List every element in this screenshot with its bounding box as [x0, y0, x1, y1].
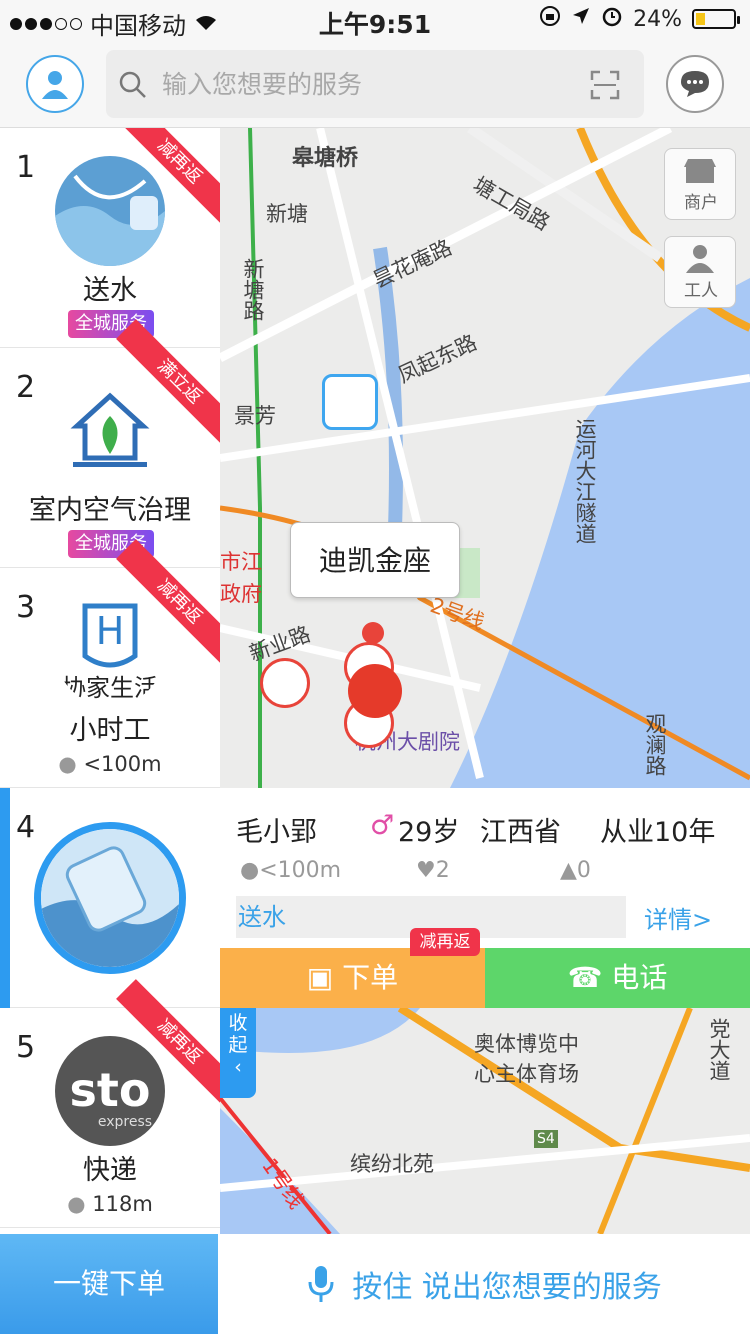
merchant-filter-button[interactable]: 商户 [664, 148, 736, 220]
worker-distance: ●<100m [240, 858, 342, 883]
rotation-lock-icon [539, 5, 561, 33]
location-pin-icon: ● [240, 858, 260, 883]
status-bar: 中国移动 上午9:51 24% [0, 0, 750, 40]
worker-age: 29岁 [398, 817, 460, 848]
search-icon [119, 71, 146, 98]
worker-experience: 从业10年 [600, 817, 716, 848]
service-item-air[interactable]: 2 室内空气治理 全城服务 满立返 [0, 319, 220, 568]
details-link[interactable]: 详情> [644, 900, 712, 935]
worker-name: 毛小郢 [236, 817, 317, 848]
worker-icon [686, 245, 714, 273]
map-label: S4 [534, 1130, 558, 1148]
phone-icon: ☎ [567, 961, 603, 994]
top-bar [0, 40, 750, 128]
map-label: 政府 [220, 582, 262, 606]
location-pin-icon: ● [58, 752, 77, 776]
item-number: 3 [16, 590, 36, 625]
item-number: 1 [16, 150, 36, 185]
order-label: 下单 [342, 961, 399, 994]
map-label: 奥体博览中 [474, 1032, 579, 1056]
map-label: 景芳 [234, 404, 276, 428]
item-number: 2 [16, 370, 36, 405]
worker-card: 毛小郢 ♂ 29岁 江西省 从业10年 ●<100m ♥2 ▲0 送水 详情> … [220, 788, 750, 1008]
map-label: 运河大江隧道 [573, 418, 597, 544]
service-list: 1 送水 全城服务 减再返 2 室内空气治理 全城服务 满立返 3 H 协家生活 … [0, 128, 220, 1234]
worker-label: 工人 [684, 281, 718, 301]
voice-input-button[interactable]: 按住 说出您想要的服务 [220, 1234, 750, 1334]
worker-avatar [34, 822, 186, 974]
map-label: 心主体育场 [474, 1062, 579, 1086]
map-label: 市江 [220, 550, 262, 574]
worker-likes: ♥2 [416, 858, 450, 883]
distance-label: ● 118m [67, 1192, 153, 1216]
service-name: 送水 [83, 275, 137, 306]
map-view[interactable]: 皋塘桥 新塘 塘工局路 新塘路 昙花庵路 凤起东路 景芳 运河大江隧道 市江 政… [220, 128, 750, 788]
service-item-hourly-worker[interactable]: 3 H 协家生活 小时工 ● <100m 减再返 [0, 539, 220, 788]
service-item-express[interactable]: 5 sto express 快递 ● 118m 减再返 [0, 979, 220, 1228]
location-pin-icon: ● [67, 1192, 86, 1216]
gender-icon: ♂ [370, 810, 395, 841]
air-thumbnail [55, 376, 165, 486]
merchant-label: 商户 [684, 193, 718, 213]
search-input[interactable] [160, 62, 560, 106]
sto-express-logo: sto express [55, 1036, 165, 1146]
scan-icon[interactable] [590, 70, 620, 100]
chat-icon [681, 71, 709, 97]
quick-order-button[interactable]: 一键下单 [0, 1234, 218, 1334]
message-button[interactable] [666, 55, 724, 113]
sto-logo-text: sto [70, 1063, 151, 1117]
chevron-left-icon: ‹ [234, 1056, 242, 1078]
profile-button[interactable] [26, 55, 84, 113]
search-bar[interactable] [106, 50, 644, 118]
map-view-lower[interactable]: 奥体博览中 心主体育场 缤纷北苑 S4 党大道 1号线 [220, 1008, 750, 1234]
service-name: 快递 [83, 1155, 137, 1186]
thumbs-up-icon: ▲ [560, 858, 577, 883]
worker-filter-button[interactable]: 工人 [664, 236, 736, 308]
item-number: 4 [16, 810, 36, 845]
voice-prompt: 按住 说出您想要的服务 [352, 1270, 662, 1305]
worker-province: 江西省 [480, 817, 561, 848]
map-label: 新塘 [266, 202, 308, 226]
selected-indicator [0, 788, 10, 1008]
service-item-water[interactable]: 1 送水 全城服务 减再返 [0, 128, 220, 348]
collapse-button[interactable]: 收起 ‹ [220, 1008, 256, 1098]
location-popup[interactable]: 迪凯金座 [290, 522, 460, 598]
worker-thumbs: ▲0 [560, 858, 591, 883]
location-pin [362, 622, 384, 644]
map-label: 观澜路 [643, 713, 667, 776]
order-promo-badge: 减再返 [410, 928, 480, 956]
hourly-worker-logo-caption: 协家生活 [62, 674, 158, 702]
service-item-selected[interactable]: 4 [0, 788, 220, 1008]
sto-logo-subtext: express [98, 1114, 152, 1130]
service-name: 小时工 [69, 715, 151, 746]
heart-icon: ♥ [416, 858, 436, 883]
shop-icon [684, 159, 716, 183]
map-label: 党大道 [707, 1018, 731, 1081]
map-label: 皋塘桥 [292, 146, 359, 171]
hourly-worker-thumbnail: H 协家生活 [55, 596, 165, 706]
shop-map-marker[interactable] [322, 374, 378, 430]
clipboard-icon: ▣ [306, 961, 334, 994]
service-name: 室内空气治理 [29, 495, 191, 526]
map-label: 新塘路 [241, 258, 265, 321]
item-number: 5 [16, 1030, 36, 1065]
location-arrow-icon [571, 6, 591, 32]
alarm-icon [601, 5, 623, 33]
battery-icon [692, 9, 740, 29]
collapse-label: 收起 [228, 1012, 248, 1056]
water-map-marker[interactable] [260, 658, 310, 708]
call-button[interactable]: ☎ 电话 [485, 948, 750, 1008]
map-label: 缤纷北苑 [350, 1152, 434, 1176]
selected-map-marker[interactable] [348, 664, 402, 718]
battery-percent: 24% [633, 6, 682, 32]
order-button[interactable]: ▣ 下单 [220, 948, 485, 1008]
profile-icon [42, 71, 68, 99]
microphone-icon [308, 1266, 334, 1302]
call-label: 电话 [611, 961, 668, 994]
hourly-worker-logo-mark: H [96, 609, 125, 653]
distance-label: ● <100m [58, 752, 162, 776]
water-thumbnail [55, 156, 165, 266]
